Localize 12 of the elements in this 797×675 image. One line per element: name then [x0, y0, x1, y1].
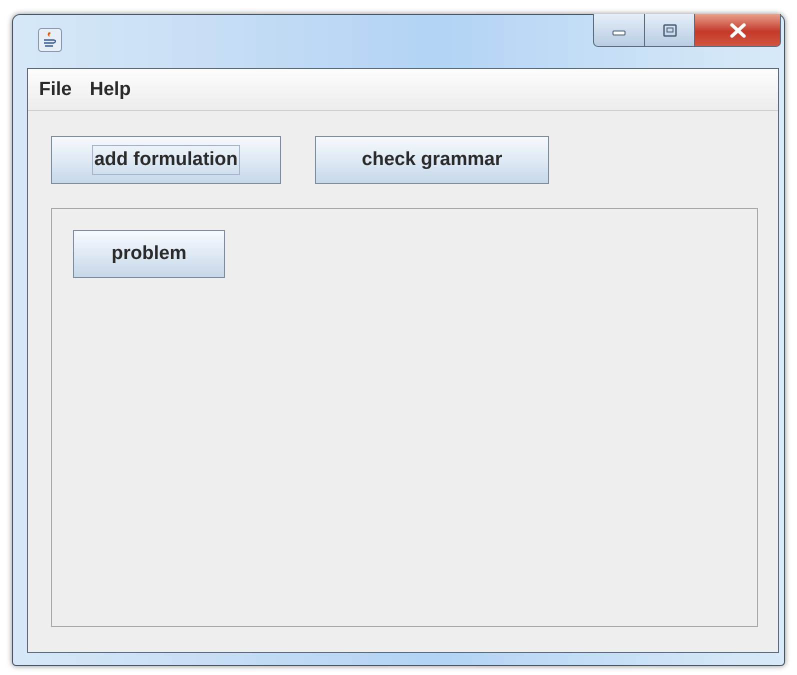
button[interactable]: add formulation — [51, 136, 281, 184]
menu-item[interactable]: File — [39, 78, 72, 100]
close-button[interactable] — [695, 14, 781, 47]
maximize-button[interactable] — [645, 14, 695, 47]
menu-item[interactable]: Help — [90, 78, 131, 100]
button[interactable]: problem — [73, 230, 225, 278]
maximize-icon — [662, 24, 676, 36]
button[interactable]: check grammar — [315, 136, 549, 184]
cup-icon — [38, 28, 62, 52]
close-icon — [730, 22, 746, 38]
minimize-icon — [612, 30, 626, 35]
minimize-button[interactable] — [593, 14, 645, 47]
